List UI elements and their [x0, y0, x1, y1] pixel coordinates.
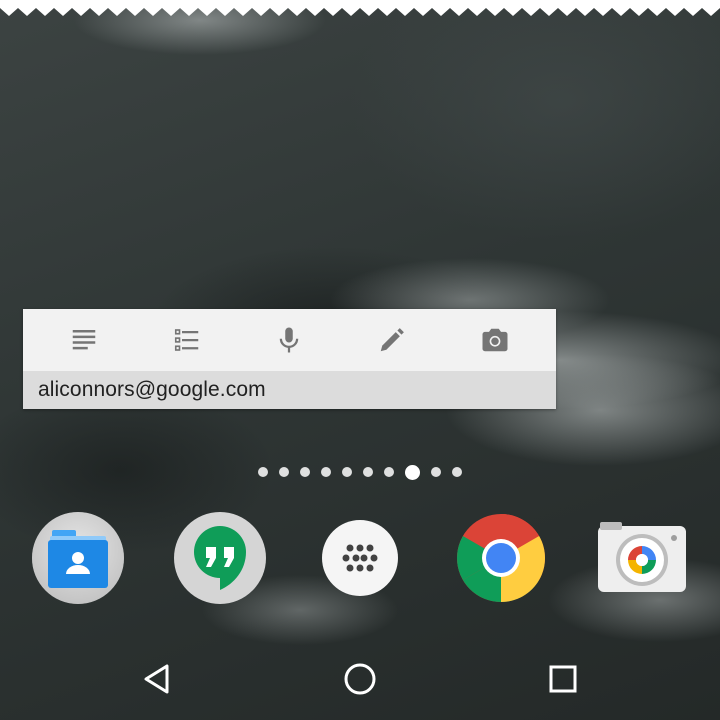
new-audio-note-button[interactable]	[259, 312, 319, 368]
app-drawer-icon	[322, 520, 398, 596]
page-dot[interactable]	[384, 467, 394, 477]
keep-account-bar[interactable]: aliconnors@google.com	[23, 371, 556, 409]
microphone-icon	[280, 327, 299, 353]
page-dot[interactable]	[300, 467, 310, 477]
page-dot-current[interactable]	[405, 464, 420, 480]
home-screen: aliconnors@google.com	[0, 0, 720, 720]
camera-app-button[interactable]	[594, 510, 690, 606]
new-text-note-button[interactable]	[54, 312, 114, 368]
home-icon	[344, 663, 376, 695]
chrome-app-button[interactable]	[453, 510, 549, 606]
contacts-folder-icon	[32, 512, 124, 604]
contacts-app-button[interactable]	[30, 510, 126, 606]
camera-app-icon	[598, 522, 686, 592]
page-dot[interactable]	[452, 467, 462, 477]
camera-icon	[482, 328, 508, 352]
new-photo-note-button[interactable]	[465, 312, 525, 368]
recents-icon	[549, 665, 577, 693]
keep-widget: aliconnors@google.com	[23, 309, 556, 409]
back-icon	[144, 664, 169, 694]
page-dot[interactable]	[321, 467, 331, 477]
app-drawer-button[interactable]	[312, 510, 408, 606]
recents-button[interactable]	[535, 652, 591, 706]
page-dot[interactable]	[431, 467, 441, 477]
text-note-icon	[73, 330, 96, 350]
hangouts-app-button[interactable]	[172, 510, 268, 606]
page-indicator	[0, 462, 720, 482]
page-dot[interactable]	[279, 467, 289, 477]
hangouts-icon	[174, 512, 266, 604]
chrome-icon	[457, 514, 545, 602]
pen-icon	[380, 328, 404, 352]
back-button[interactable]	[130, 652, 186, 706]
home-button[interactable]	[332, 652, 388, 706]
new-drawing-button[interactable]	[362, 312, 422, 368]
page-dot[interactable]	[258, 467, 268, 477]
checklist-icon	[174, 329, 199, 351]
keep-actions-row	[23, 309, 556, 371]
page-dot[interactable]	[363, 467, 373, 477]
account-email: aliconnors@google.com	[38, 378, 266, 401]
new-list-button[interactable]	[157, 312, 217, 368]
page-dot[interactable]	[342, 467, 352, 477]
notification-shade-edge	[0, 0, 720, 16]
